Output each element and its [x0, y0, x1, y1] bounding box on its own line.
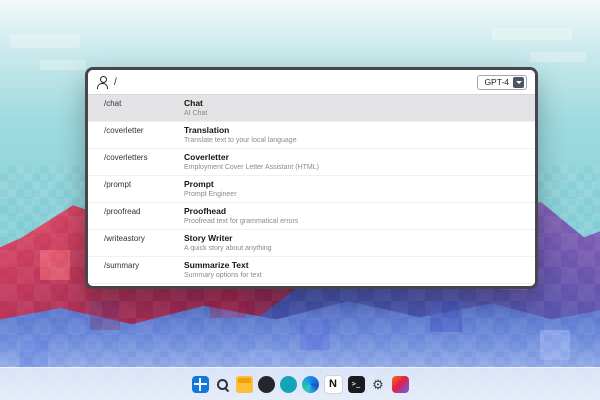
github-icon[interactable] — [257, 375, 275, 393]
desktop: / GPT-4 /chat Chat AI Chat /coverletter … — [0, 0, 600, 400]
command-text: /coverletters — [104, 153, 148, 162]
wallpaper-cloud — [492, 28, 572, 40]
command-list: /chat Chat AI Chat /coverletter Translat… — [88, 95, 535, 286]
command-row-coverletter[interactable]: /coverletter Translation Translate text … — [88, 122, 535, 149]
command-title: Story Writer — [184, 233, 233, 243]
terminal-icon[interactable]: >_ — [347, 375, 365, 393]
model-select[interactable]: GPT-4 — [477, 74, 527, 90]
command-text: /coverletter — [104, 126, 144, 135]
command-meta: Chat AI Chat — [184, 98, 525, 118]
command-title: Chat — [184, 98, 203, 108]
edge-icon[interactable] — [301, 375, 319, 393]
command-subtitle: AI Chat — [184, 110, 208, 117]
command-row-writeastory[interactable]: /writeastory Story Writer A quick story … — [88, 230, 535, 257]
command-text: /proofread — [104, 207, 141, 216]
command-subtitle: Proofread text for grammatical errors — [184, 218, 299, 225]
command-row-coverletters[interactable]: /coverletters Coverletter Employment Cov… — [88, 149, 535, 176]
start-icon[interactable] — [191, 375, 209, 393]
command-text: /chat — [104, 99, 122, 108]
command-subtitle: Translate text to your local language — [184, 137, 297, 144]
command-subtitle: Prompt Engineer — [184, 191, 237, 198]
command-meta: Prompt Prompt Engineer — [184, 179, 525, 199]
command-text: /writeastory — [104, 234, 145, 243]
file-explorer-icon[interactable] — [235, 375, 253, 393]
command-meta: Story Writer A quick story about anythin… — [184, 233, 525, 253]
settings-icon[interactable]: ⚙ — [370, 376, 387, 393]
photos-icon[interactable] — [391, 375, 409, 393]
model-select-value: GPT-4 — [484, 77, 509, 87]
command-row-proofread[interactable]: /proofread Proofhead Proofread text for … — [88, 203, 535, 230]
command-meta: Translation Translate text to your local… — [184, 125, 525, 145]
command-meta: Coverletter Employment Cover Letter Assi… — [184, 152, 525, 172]
prompt-launcher-window: / GPT-4 /chat Chat AI Chat /coverletter … — [85, 67, 538, 289]
command-meta: Proofhead Proofread text for grammatical… — [184, 206, 525, 226]
user-icon — [96, 76, 108, 89]
taskbar: N >_ ⚙ — [0, 367, 600, 400]
wallpaper-cloud — [10, 34, 80, 48]
command-subtitle: Employment Cover Letter Assistant (HTML) — [184, 164, 319, 171]
command-title: Summarize Text — [184, 260, 249, 270]
command-subtitle: Summary options for text — [184, 272, 262, 279]
wallpaper-cloud — [530, 52, 586, 62]
notion-icon[interactable]: N — [323, 374, 343, 394]
chevron-down-icon[interactable] — [513, 76, 524, 88]
command-row-prompt[interactable]: /prompt Prompt Prompt Engineer — [88, 176, 535, 203]
chat-icon[interactable] — [279, 375, 297, 393]
search-icon[interactable] — [214, 376, 231, 393]
command-title: Coverletter — [184, 152, 229, 162]
window-header: / GPT-4 — [88, 70, 535, 95]
command-title: Prompt — [184, 179, 214, 189]
command-text: /summary — [104, 261, 140, 270]
command-row-chat[interactable]: /chat Chat AI Chat — [88, 95, 535, 122]
command-title: Translation — [184, 125, 230, 135]
command-meta: Summarize Text Summary options for text — [184, 260, 525, 280]
command-row-summary[interactable]: /summary Summarize Text Summary options … — [88, 257, 535, 284]
command-input[interactable]: / — [114, 77, 117, 88]
command-subtitle: A quick story about anything — [184, 245, 272, 252]
command-text: /prompt — [104, 180, 132, 189]
wallpaper-cloud — [40, 60, 86, 70]
command-title: Proofhead — [184, 206, 227, 216]
